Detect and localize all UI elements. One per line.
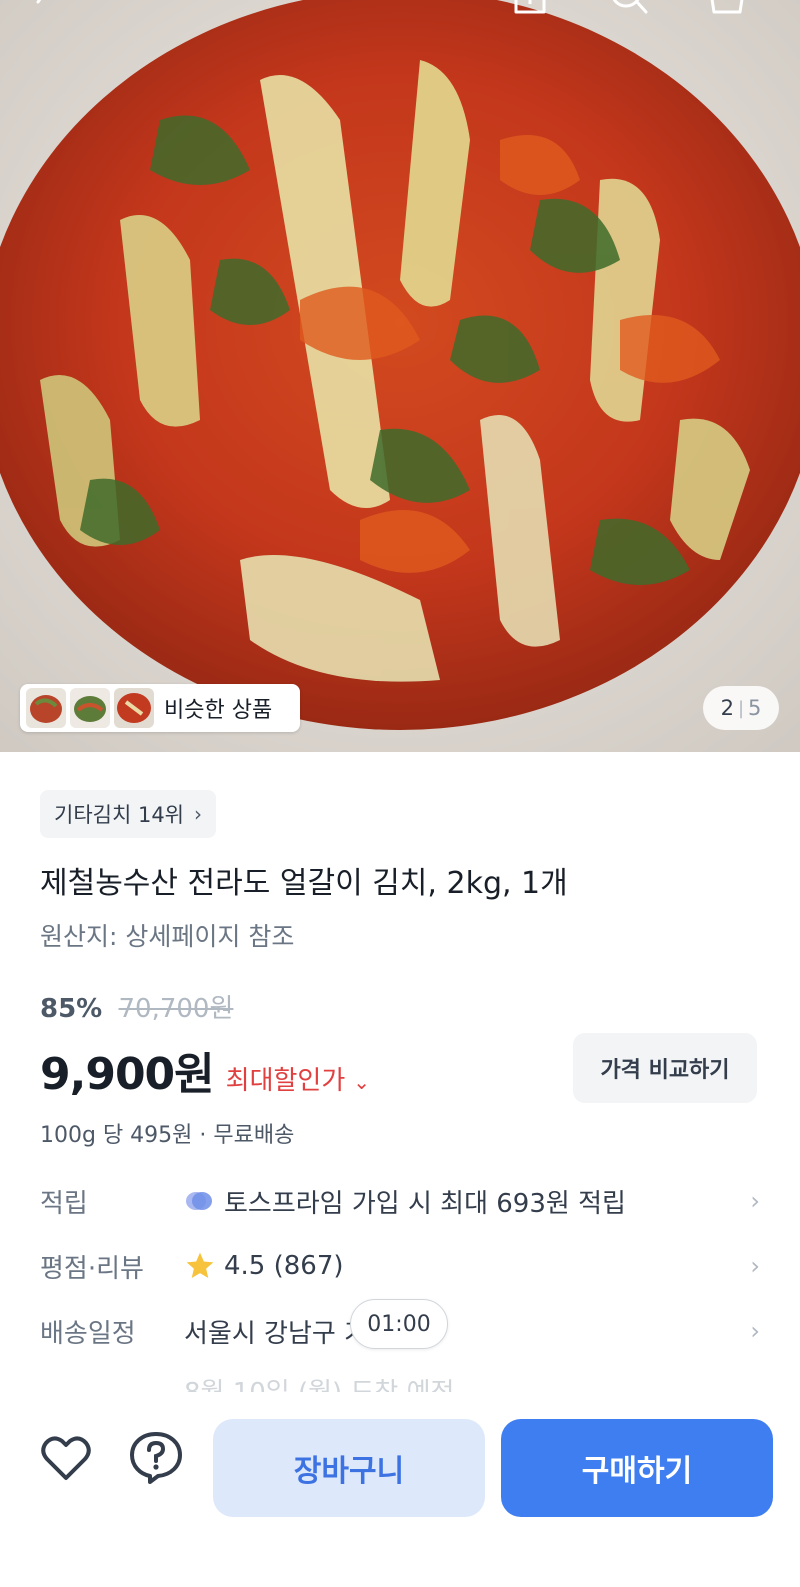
share-icon[interactable] <box>508 0 552 18</box>
chevron-right-icon: › <box>750 1187 760 1215</box>
chevron-right-icon: › <box>750 1252 760 1280</box>
category-rank-chip[interactable]: 기타김치 14위 › <box>40 790 216 838</box>
countdown-timer-badge: 01:00 <box>350 1299 448 1349</box>
discount-rate: 85% <box>40 994 103 1024</box>
page-separator: | <box>737 697 745 719</box>
top-nav <box>0 0 800 20</box>
heart-icon[interactable] <box>38 1430 94 1486</box>
add-to-cart-button[interactable]: 장바구니 <box>213 1419 485 1517</box>
star-icon <box>186 1252 214 1278</box>
similar-products-label: 비슷한 상품 <box>164 698 273 723</box>
rating-value-wrap: 4.5 (867) <box>184 1250 344 1282</box>
points-row[interactable]: 적립 토스프라임 가입 시 최대 693원 적립 › <box>40 1179 760 1223</box>
rating-value: 4.5 (867) <box>224 1251 344 1281</box>
page-current: 2 <box>720 696 734 720</box>
kimchi-photo <box>0 0 800 752</box>
search-icon[interactable] <box>606 0 650 18</box>
rating-row[interactable]: 평점·리뷰 4.5 (867) › <box>40 1244 760 1288</box>
points-value-wrap: 토스프라임 가입 시 최대 693원 적립 <box>184 1183 626 1220</box>
buy-now-button[interactable]: 구매하기 <box>501 1419 773 1517</box>
similar-product-thumbnail <box>26 688 66 728</box>
product-origin: 원산지: 상세페이지 참조 <box>40 922 295 951</box>
question-icon[interactable] <box>128 1430 184 1486</box>
compare-price-button[interactable]: 가격 비교하기 <box>573 1033 757 1103</box>
product-title: 제철농수산 전라도 얼갈이 김치, 2kg, 1개 <box>40 866 568 901</box>
unit-price-shipping: 100g 당 495원 · 무료배송 <box>40 1123 295 1148</box>
back-icon[interactable] <box>20 0 64 18</box>
chevron-right-icon: › <box>750 1317 760 1345</box>
similar-product-thumbnail <box>114 688 154 728</box>
toss-prime-icon <box>186 1192 212 1210</box>
page-total: 5 <box>748 696 762 720</box>
rating-label: 평점·리뷰 <box>40 1253 144 1284</box>
price-row: 9,900원 최대할인가 ⌄ <box>40 1038 370 1102</box>
max-discount-toggle[interactable]: 최대할인가 <box>226 1060 346 1097</box>
similar-product-thumbnail <box>70 688 110 728</box>
delivery-label: 배송일정 <box>40 1318 136 1349</box>
image-page-indicator: 2 | 5 <box>703 686 779 730</box>
category-rank-label: 기타김치 14위 <box>54 803 184 827</box>
cart-icon[interactable] <box>704 0 748 18</box>
points-label: 적립 <box>40 1188 88 1219</box>
original-price: 70,700원 <box>118 994 234 1024</box>
product-image-carousel[interactable]: 비슷한 상품 2 | 5 <box>0 0 800 752</box>
chevron-down-icon[interactable]: ⌄ <box>353 1070 370 1094</box>
points-value: 토스프라임 가입 시 최대 693원 적립 <box>224 1188 626 1219</box>
sale-price: 9,900원 <box>40 1049 215 1100</box>
chevron-right-icon: › <box>194 802 202 826</box>
similar-products-button[interactable]: 비슷한 상품 <box>20 684 300 732</box>
discount-row: 85% 70,700원 <box>40 988 233 1025</box>
